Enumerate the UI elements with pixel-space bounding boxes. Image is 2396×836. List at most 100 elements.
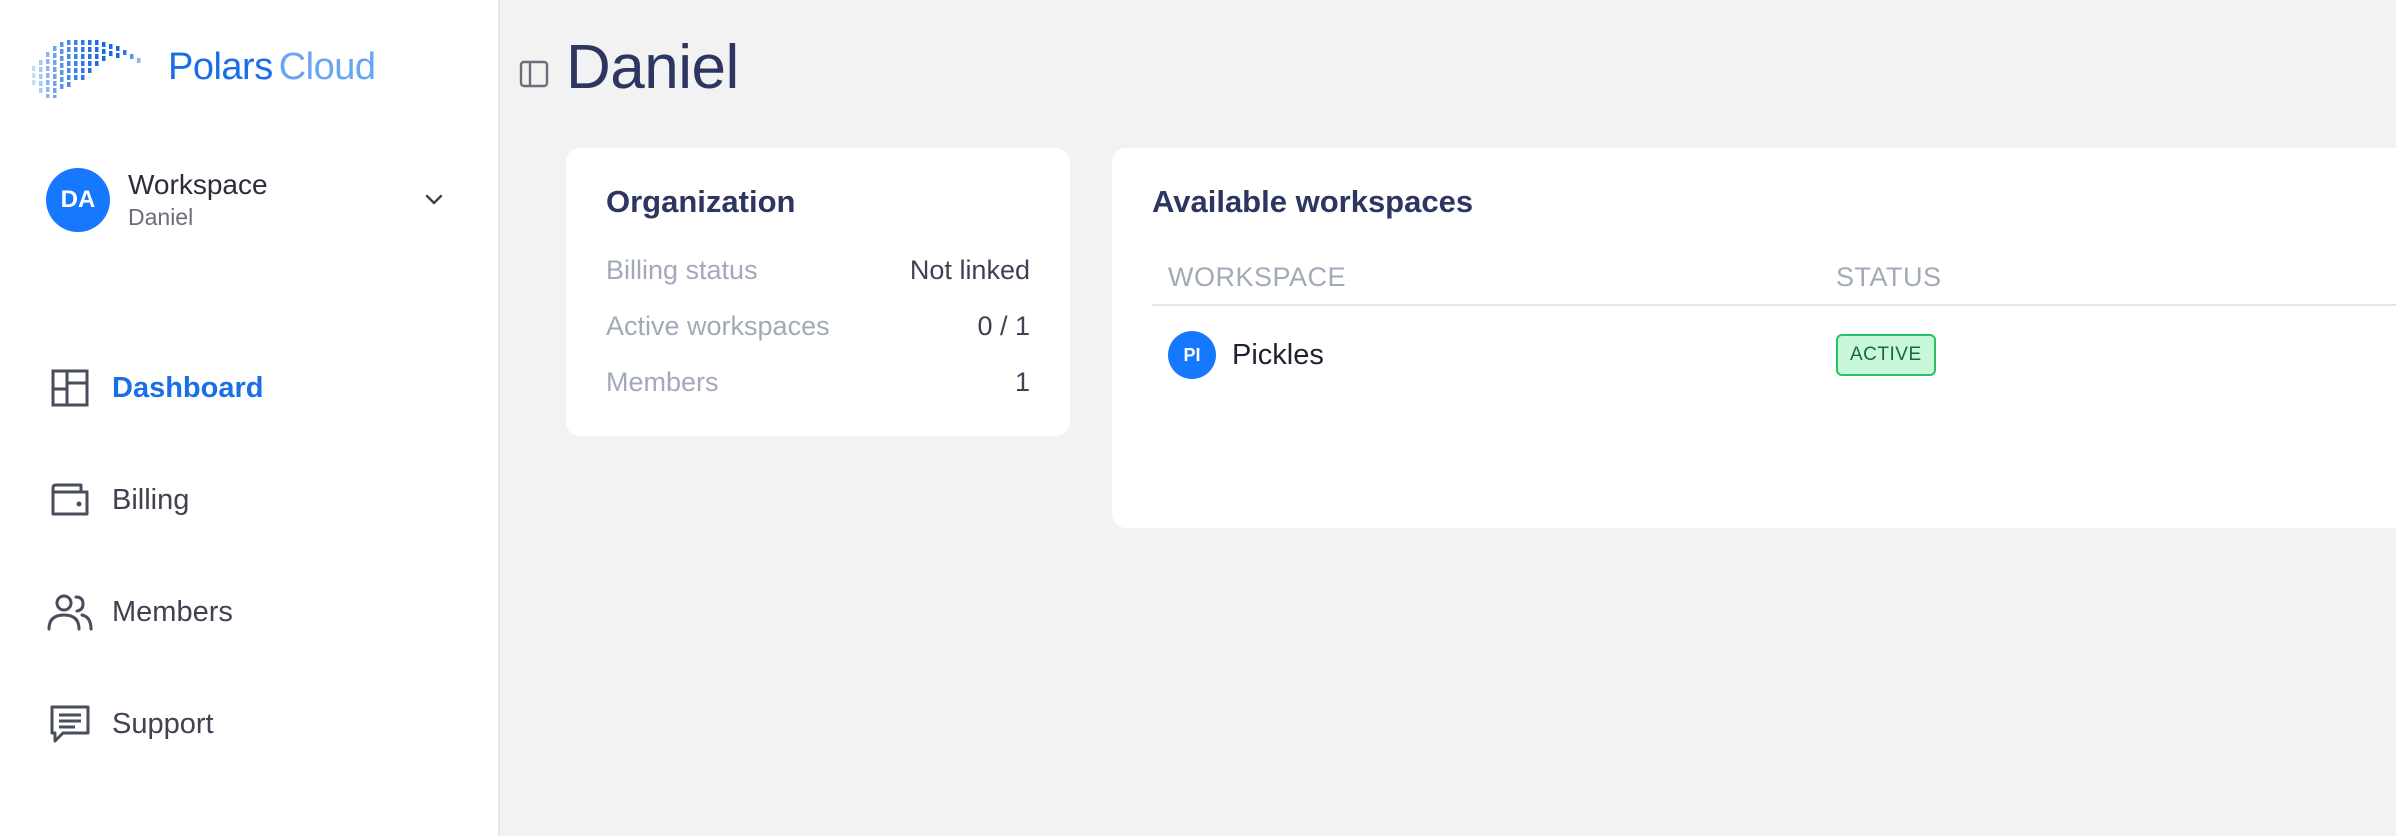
chevron-down-icon[interactable]	[422, 188, 446, 212]
main-content: Daniel Organization Billing status Not l…	[500, 0, 2396, 836]
logo-stripe	[102, 56, 106, 61]
logo-stripe	[60, 70, 64, 75]
logo-stripe	[74, 61, 78, 66]
logo-stripe	[46, 80, 50, 85]
workspace-avatar: DA	[46, 168, 110, 232]
sidebar-item-billing[interactable]: Billing	[46, 444, 466, 556]
sidebar-item-label: Members	[112, 595, 233, 628]
logo-stripe	[67, 61, 71, 66]
workspace-cell: PI Pickles	[1152, 331, 1836, 379]
column-header-status: STATUS	[1836, 261, 1942, 292]
wallet-icon	[46, 476, 94, 524]
logo-stripe	[53, 88, 57, 93]
sidebar-item-dashboard[interactable]: Dashboard	[46, 332, 466, 444]
status-badge: ACTIVE	[1836, 334, 1936, 376]
logo-stripe	[46, 66, 50, 71]
column-header-workspace: WORKSPACE	[1168, 261, 1347, 292]
org-row-value: Not linked	[909, 254, 1030, 285]
organization-card-title: Organization	[606, 184, 796, 219]
logo-stripe	[53, 60, 57, 65]
logo-stripe	[46, 52, 50, 57]
polars-cloud-logo[interactable]: Polars Cloud	[28, 36, 376, 98]
users-icon	[46, 588, 94, 636]
available-workspaces-title: Available workspaces	[1152, 184, 1474, 219]
table-header: WORKSPACE STATUS	[1152, 250, 2396, 306]
workspace-switcher-text: Workspace Daniel	[128, 168, 268, 232]
logo-stripe	[39, 88, 43, 93]
logo-stripe	[39, 67, 43, 72]
available-workspaces-card: Available workspaces WORKSPACE STATUS PI…	[1112, 148, 2396, 528]
logo-stripe	[67, 47, 71, 52]
logo-stripe	[60, 63, 64, 68]
logo-stripe	[46, 59, 50, 64]
logo-stripe	[102, 42, 106, 47]
org-row-key: Active workspaces	[606, 310, 830, 341]
organization-card: Organization Billing status Not linked A…	[566, 148, 1070, 436]
logo-stripe	[67, 40, 71, 45]
table-row[interactable]: PI Pickles ACTIVE	[1152, 306, 2396, 404]
logo-stripe	[81, 61, 85, 66]
status-cell: ACTIVE	[1836, 334, 2236, 376]
page-title: Daniel	[566, 33, 739, 102]
logo-stripe	[60, 42, 64, 47]
logo-stripe	[32, 66, 36, 71]
sidebar-item-label: Support	[112, 707, 214, 740]
logo-stripe	[116, 53, 120, 58]
logo-stripe	[88, 40, 92, 45]
logo-stripe	[46, 87, 50, 92]
logo-stripe	[53, 53, 57, 58]
logo-stripe	[95, 54, 99, 59]
logo-stripe	[88, 54, 92, 59]
organization-details: Billing status Not linked Active workspa…	[606, 242, 1030, 410]
logo-stripe	[74, 54, 78, 59]
logo-stripe	[81, 40, 85, 45]
workspace-name[interactable]: Pickles	[1232, 339, 1324, 372]
polar-bear-icon	[32, 40, 141, 98]
logo-stripe	[95, 47, 99, 52]
org-row-value: 1	[1014, 366, 1030, 397]
org-row-key: Members	[606, 366, 719, 397]
chat-icon	[46, 700, 94, 748]
logo-stripe	[95, 61, 99, 66]
sidebar: Polars Cloud DA Workspace Daniel Dashboa…	[0, 0, 500, 836]
logo-stripe	[60, 84, 64, 89]
logo-stripe	[32, 73, 36, 78]
logo-stripe	[81, 54, 85, 59]
workspace-switcher[interactable]: DA Workspace Daniel	[46, 162, 456, 238]
logo-stripe	[123, 50, 127, 55]
logo-stripe	[53, 95, 57, 98]
logo-stripe	[109, 44, 113, 49]
logo-stripe	[67, 75, 71, 80]
logo-stripe	[81, 47, 85, 52]
brand-name-part2: Cloud	[278, 45, 376, 88]
logo-stripe	[60, 77, 64, 82]
logo-stripe	[39, 74, 43, 79]
sidebar-nav: Dashboard Billing Members Support	[46, 332, 466, 780]
workspaces-table: WORKSPACE STATUS PI Pickles ACTIVE	[1152, 250, 2396, 404]
logo-stripe	[53, 46, 57, 51]
org-row-members: Members 1	[606, 354, 1030, 410]
logo-stripe	[53, 67, 57, 72]
logo-stripe	[116, 46, 120, 51]
app: Polars Cloud DA Workspace Daniel Dashboa…	[0, 0, 2396, 836]
sidebar-item-members[interactable]: Members	[46, 556, 466, 668]
logo-stripe	[74, 68, 78, 73]
logo-stripe	[60, 56, 64, 61]
logo-stripe	[32, 80, 36, 85]
sidebar-item-support[interactable]: Support	[46, 668, 466, 780]
sidebar-item-label: Billing	[112, 483, 190, 516]
org-row-active-workspaces: Active workspaces 0 / 1	[606, 298, 1030, 354]
org-row-billing-status: Billing status Not linked	[606, 242, 1030, 298]
brand-name-part1: Polars	[168, 45, 273, 88]
logo-stripe	[67, 54, 71, 59]
logo-stripe	[46, 94, 50, 98]
logo-stripe	[53, 74, 57, 79]
logo-stripe	[102, 49, 106, 54]
logo-stripe	[74, 40, 78, 45]
workspace-switcher-subtitle: Daniel	[128, 204, 194, 230]
org-row-value: 0 / 1	[977, 310, 1030, 341]
sidebar-toggle-icon[interactable]	[518, 58, 550, 90]
logo-stripe	[137, 58, 141, 63]
logo-stripe	[74, 47, 78, 52]
logo-stripe	[67, 82, 71, 87]
